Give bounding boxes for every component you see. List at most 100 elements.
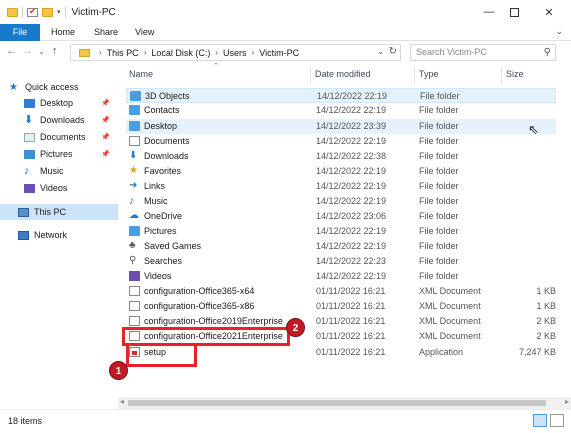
file-size: 1 KB — [536, 286, 556, 296]
file-type: File folder — [419, 241, 459, 251]
close-button[interactable]: ✕ — [532, 0, 566, 24]
column-divider[interactable] — [414, 67, 415, 84]
file-row-downloads[interactable]: ⬇ Downloads 14/12/2022 22:38 File folder — [126, 149, 556, 164]
file-type: XML Document — [419, 316, 481, 326]
nav-item-network[interactable]: Network — [0, 227, 118, 243]
videos-icon — [24, 183, 35, 193]
file-name: Downloads — [144, 151, 189, 161]
recent-locations-chevron-icon[interactable]: ⌄ — [38, 47, 45, 56]
pictures-folder-icon — [129, 226, 140, 236]
breadcrumb-chevron-icon[interactable]: › — [144, 48, 147, 57]
file-name: Pictures — [144, 226, 177, 236]
saved-games-icon: ♣ — [129, 240, 136, 251]
nav-item-quick-access[interactable]: ★ Quick access — [0, 79, 118, 95]
annotation-badge-2: 2 — [286, 318, 305, 337]
file-row-documents[interactable]: Documents 14/12/2022 22:19 File folder — [126, 134, 556, 149]
file-row-links[interactable]: ➜ Links 14/12/2022 22:19 File folder — [126, 179, 556, 194]
nav-item-downloads[interactable]: ⬇ Downloads 📌 — [0, 112, 118, 128]
file-row-pictures[interactable]: Pictures 14/12/2022 22:19 File folder — [126, 224, 556, 239]
maximize-button[interactable] — [497, 0, 531, 24]
file-row-config-365-x64[interactable]: configuration-Office365-x64 01/11/2022 1… — [126, 284, 556, 299]
scrollbar-thumb[interactable] — [128, 400, 546, 406]
file-date: 01/11/2022 16:21 — [316, 347, 386, 357]
breadcrumb-chevron-icon[interactable]: › — [215, 48, 218, 57]
column-divider[interactable] — [501, 67, 502, 84]
large-icons-view-button[interactable] — [550, 414, 564, 427]
file-date: 14/12/2022 22:19 — [316, 196, 387, 206]
onedrive-cloud-icon: ☁ — [129, 210, 139, 221]
nav-item-this-pc[interactable]: This PC — [0, 204, 118, 220]
tab-view[interactable]: View — [135, 24, 154, 41]
music-icon: ♪ — [129, 195, 135, 207]
properties-icon[interactable] — [27, 6, 38, 17]
star-icon: ★ — [9, 81, 18, 93]
file-row-config-365-x86[interactable]: configuration-Office365-x86 01/11/2022 1… — [126, 299, 556, 314]
expand-ribbon-chevron-icon[interactable]: ⌄ — [555, 26, 563, 37]
column-header-date[interactable]: Date modified — [315, 69, 371, 79]
nav-item-desktop[interactable]: Desktop 📌 — [0, 95, 118, 111]
file-row-3d-objects[interactable]: 3D Objects 14/12/2022 22:19 File folder — [126, 88, 556, 103]
documents-icon — [24, 132, 35, 142]
back-button[interactable]: ← — [6, 45, 17, 57]
file-date: 14/12/2022 22:19 — [316, 226, 387, 236]
address-dropdown-chevron-icon[interactable]: ⌄ — [377, 47, 384, 56]
file-size: 2 KB — [536, 331, 556, 341]
column-header-type[interactable]: Type — [419, 69, 439, 79]
breadcrumb-local-disk[interactable]: Local Disk (C:) — [151, 48, 210, 58]
music-icon: ♪ — [24, 164, 30, 177]
file-row-videos[interactable]: Videos 14/12/2022 22:19 File folder — [126, 269, 556, 284]
pin-icon[interactable]: 📌 — [101, 99, 110, 107]
forward-button[interactable]: → — [22, 45, 33, 57]
desktop-folder-icon — [129, 121, 140, 131]
pin-icon[interactable]: 📌 — [101, 116, 110, 124]
nav-item-documents[interactable]: Documents 📌 — [0, 129, 118, 145]
file-name: Searches — [144, 256, 183, 266]
search-input[interactable]: Search Victim-PC ⚲ — [410, 44, 556, 61]
column-divider[interactable] — [310, 67, 311, 84]
file-row-onedrive[interactable]: ☁ OneDrive 14/12/2022 23:06 File folder — [126, 209, 556, 224]
breadcrumb-chevron-icon[interactable]: › — [99, 48, 102, 57]
scroll-left-icon[interactable]: ◂ — [120, 397, 124, 406]
nav-item-label: Network — [34, 230, 68, 240]
refresh-button[interactable]: ↻ — [389, 46, 397, 57]
file-row-music[interactable]: ♪ Music 14/12/2022 22:19 File folder — [126, 194, 556, 209]
status-bar: 18 items — [0, 409, 571, 433]
tab-home[interactable]: Home — [51, 24, 75, 41]
file-type: XML Document — [419, 301, 481, 311]
file-name: Favorites — [144, 166, 182, 176]
file-row-favorites[interactable]: ★ Favorites 14/12/2022 22:19 File folder — [126, 164, 556, 179]
file-row-desktop[interactable]: Desktop 14/12/2022 23:39 File folder — [126, 119, 556, 134]
nav-item-videos[interactable]: Videos — [0, 180, 118, 196]
up-button[interactable]: ↑ — [52, 45, 58, 57]
breadcrumb-victim-pc[interactable]: Victim-PC — [259, 48, 299, 58]
nav-item-label: Videos — [40, 183, 68, 193]
new-folder-icon[interactable] — [42, 7, 53, 17]
scroll-right-icon[interactable]: ▸ — [565, 397, 569, 406]
breadcrumb-this-pc[interactable]: This PC — [107, 48, 139, 58]
file-name: Contacts — [144, 105, 180, 115]
breadcrumb-chevron-icon[interactable]: › — [252, 48, 255, 57]
customize-toolbar-chevron-icon[interactable]: ▾ — [57, 8, 61, 16]
nav-item-music[interactable]: ♪ Music — [0, 163, 118, 179]
nav-item-pictures[interactable]: Pictures 📌 — [0, 146, 118, 162]
3d-objects-folder-icon — [130, 91, 141, 101]
annotation-badge-1: 1 — [109, 361, 128, 380]
file-name: Videos — [144, 271, 172, 281]
tab-file[interactable]: File — [0, 24, 40, 41]
breadcrumb-users[interactable]: Users — [223, 48, 247, 58]
file-row-contacts[interactable]: Contacts 14/12/2022 22:19 File folder — [126, 103, 556, 118]
column-header-size[interactable]: Size — [506, 69, 524, 79]
file-row-saved-games[interactable]: ♣ Saved Games 14/12/2022 22:19 File fold… — [126, 239, 556, 254]
file-type: File folder — [419, 181, 459, 191]
file-date: 14/12/2022 22:19 — [316, 136, 387, 146]
address-bar[interactable]: › This PC › Local Disk (C:) › Users › Vi… — [70, 44, 401, 61]
pin-icon[interactable]: 📌 — [101, 133, 110, 141]
horizontal-scrollbar[interactable]: ◂ ▸ — [118, 397, 571, 409]
tab-share[interactable]: Share — [94, 24, 118, 41]
details-view-button[interactable] — [533, 414, 547, 427]
pin-icon[interactable]: 📌 — [101, 150, 110, 158]
file-row-searches[interactable]: ⚲ Searches 14/12/2022 22:23 File folder — [126, 254, 556, 269]
folder-icon — [7, 7, 18, 17]
file-type: XML Document — [419, 331, 481, 341]
column-header-name[interactable]: Name — [129, 69, 153, 79]
